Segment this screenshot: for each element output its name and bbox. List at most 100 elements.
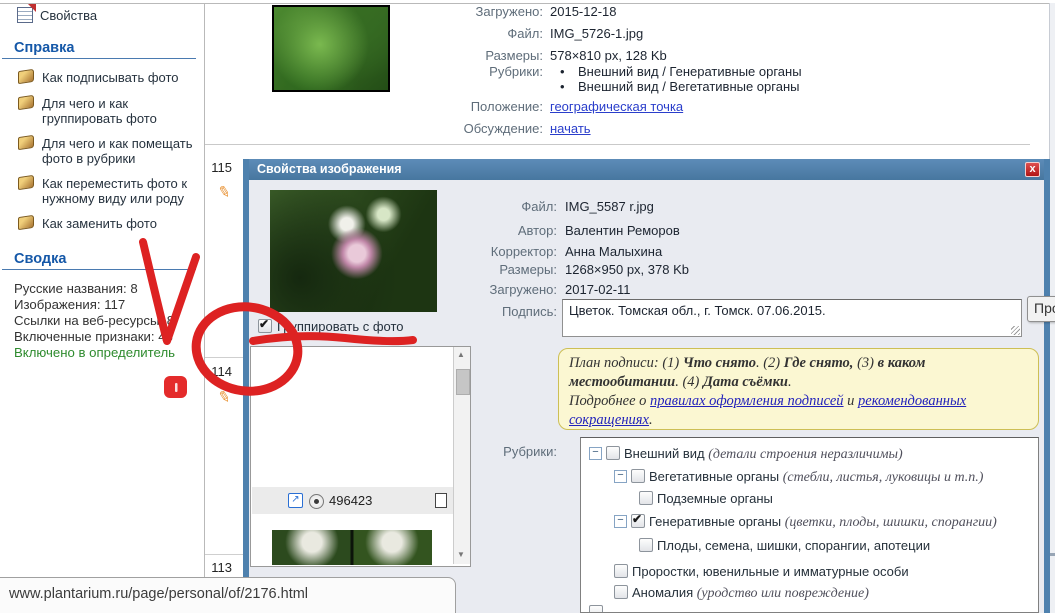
close-icon[interactable]: x: [1025, 162, 1040, 177]
rubric-checkbox[interactable]: [614, 564, 628, 578]
edit-pencil-icon[interactable]: ✎: [216, 182, 232, 202]
stat-images: Изображения: 117: [14, 297, 125, 312]
rubric-label: Проростки, ювенильные и имматурные особи: [632, 564, 909, 579]
open-external-icon[interactable]: ↗: [288, 493, 303, 508]
field-label: Загружено:: [407, 282, 557, 297]
rubric-expander-icon[interactable]: −: [614, 470, 627, 483]
included-in-key-link[interactable]: Включено в определитель: [14, 345, 175, 360]
photo-row-number: 114: [204, 364, 232, 379]
photo-row-number: 113: [204, 560, 232, 575]
group-checkbox[interactable]: [258, 319, 272, 333]
help-section-title: Справка: [14, 40, 74, 56]
species-photo-thumbnail[interactable]: [272, 5, 390, 92]
stat-features: Включенные признаки: 43: [14, 329, 173, 344]
rubric-tree-row: −Вегетативные органы (стебли, листья, лу…: [581, 469, 1031, 487]
help-underline: [2, 58, 196, 59]
rubric-checkbox[interactable]: [639, 538, 653, 552]
stat-web-links: Ссылки на веб-ресурсы: 8: [14, 313, 174, 328]
dialog-title: Свойства изображения: [257, 162, 402, 176]
rubric-item: Внешний вид / Вегетативные органы: [578, 79, 799, 94]
bullet: •: [560, 79, 565, 94]
book-icon: [18, 175, 34, 190]
field-value: 1268×950 px, 378 Kb: [565, 262, 689, 277]
rubric-checkbox[interactable]: [606, 446, 620, 460]
note-text: Дата съёмки: [703, 374, 788, 390]
note-text: План подписи: (1): [569, 355, 683, 371]
note-text: Подробнее о: [569, 393, 650, 409]
rubric-label: Генеративные органы (цветки, плоды, шишк…: [649, 514, 997, 531]
meta-value: 578×810 px, 128 Kb: [550, 48, 667, 63]
location-label: Положение:: [423, 99, 543, 114]
discussion-start-link[interactable]: начать: [550, 121, 591, 136]
field-value: IMG_5587 r.jpg: [565, 199, 654, 214]
note-text: и: [844, 393, 859, 409]
field-label: Файл:: [407, 199, 557, 214]
rubric-label: Аномалия (уродство или повреждение): [632, 585, 869, 602]
field-value: Валентин Реморов: [565, 223, 680, 238]
dialog-titlebar[interactable]: Свойства изображения x: [249, 159, 1044, 180]
rubric-note: (детали строения неразличимы): [708, 447, 902, 462]
sidebar-item-properties[interactable]: Свойства: [40, 8, 97, 23]
field-label: Автор:: [407, 223, 557, 238]
resize-handle[interactable]: [1011, 326, 1020, 335]
rubric-note: (стебли, листья, луковицы и т.п.): [783, 470, 984, 485]
group-thumbnail-photo[interactable]: [272, 362, 432, 481]
rubrics-tree[interactable]: − Внешний вид (детали строения неразличим…: [580, 437, 1039, 613]
field-value: 2017-02-11: [565, 282, 631, 297]
rubric-checkbox[interactable]: [589, 605, 603, 613]
properties-icon: [17, 7, 33, 23]
book-icon: [18, 69, 34, 84]
note-text: . (2): [756, 355, 784, 371]
rubric-tree-row: − Внешний вид (детали строения неразличим…: [581, 446, 1031, 464]
rubric-label: Плоды, семена, шишки, спорангии, апотеци…: [657, 538, 930, 553]
rubric-tree-row: Проростки, ювенильные и имматурные особи: [581, 564, 1031, 582]
rubric-expander-icon[interactable]: −: [614, 515, 627, 528]
thumbnail-radio[interactable]: [309, 494, 324, 509]
caption-textarea[interactable]: Цветок. Томская обл., г. Томск. 07.06.20…: [562, 299, 1022, 337]
sidebar-help-link[interactable]: Для чего и как группировать фото: [18, 96, 202, 126]
bullet: •: [560, 64, 565, 79]
scroll-down-icon[interactable]: ▼: [457, 550, 467, 559]
sidebar-help-link[interactable]: Как переместить фото к нужному виду или …: [18, 176, 202, 206]
rubric-note: (цветки, плоды, шишки, спорангии): [785, 515, 997, 530]
sidebar-divider: [204, 3, 205, 577]
meta-label: Загружено:: [423, 4, 543, 19]
note-text: Что снято: [683, 355, 756, 371]
page: Свойства Справка Как подписывать фото Дл…: [0, 0, 1055, 613]
rubric-checkbox[interactable]: [639, 491, 653, 505]
caption-label: Подпись:: [407, 304, 557, 319]
note-text: Где снято,: [784, 355, 854, 371]
note-text: . (4): [675, 374, 703, 390]
group-thumbnail-photo-partial[interactable]: [272, 530, 432, 565]
red-marker-blob-notch: [175, 383, 178, 392]
copy-stack-icon[interactable]: [435, 493, 447, 508]
meta-label: Файл:: [423, 26, 543, 41]
rubrics-label: Рубрики:: [423, 64, 543, 79]
sidebar-help-link[interactable]: Как заменить фото: [18, 216, 202, 231]
sidebar-help-link[interactable]: Для чего и как помещать фото в рубрики: [18, 136, 202, 166]
partial-tooltip: Про: [1027, 296, 1055, 322]
book-icon: [18, 135, 34, 150]
scroll-up-icon[interactable]: ▲: [457, 350, 467, 359]
location-link[interactable]: географическая точка: [550, 99, 683, 114]
rubric-checkbox[interactable]: [631, 514, 645, 528]
red-marker-blob: [164, 376, 187, 398]
rubric-tree-row: Подземные органы: [581, 491, 1031, 509]
rubric-label: Внешний вид (детали строения неразличимы…: [624, 446, 903, 463]
summary-underline: [2, 269, 196, 270]
rubric-item: Внешний вид / Генеративные органы: [578, 64, 802, 79]
rubric-checkbox[interactable]: [631, 469, 645, 483]
rubric-checkbox[interactable]: [614, 585, 628, 599]
scroll-thumb[interactable]: [456, 369, 470, 395]
sidebar-help-link[interactable]: Как подписывать фото: [18, 70, 202, 85]
edit-pencil-icon[interactable]: ✎: [216, 387, 232, 407]
field-value: Анна Малыхина: [565, 244, 662, 259]
rubric-tree-row: [581, 605, 1031, 613]
rubric-expander-icon[interactable]: −: [589, 447, 602, 460]
rubric-label: Подземные органы: [657, 491, 773, 506]
caption-rules-note: План подписи: (1) Что снято. (2) Где сня…: [558, 348, 1039, 430]
group-checkbox-label: Группировать с фото: [277, 319, 404, 334]
note-link[interactable]: правилах оформления подписей: [650, 393, 844, 409]
rubrics-label: Рубрики:: [407, 444, 557, 459]
summary-section-title: Сводка: [14, 251, 66, 267]
